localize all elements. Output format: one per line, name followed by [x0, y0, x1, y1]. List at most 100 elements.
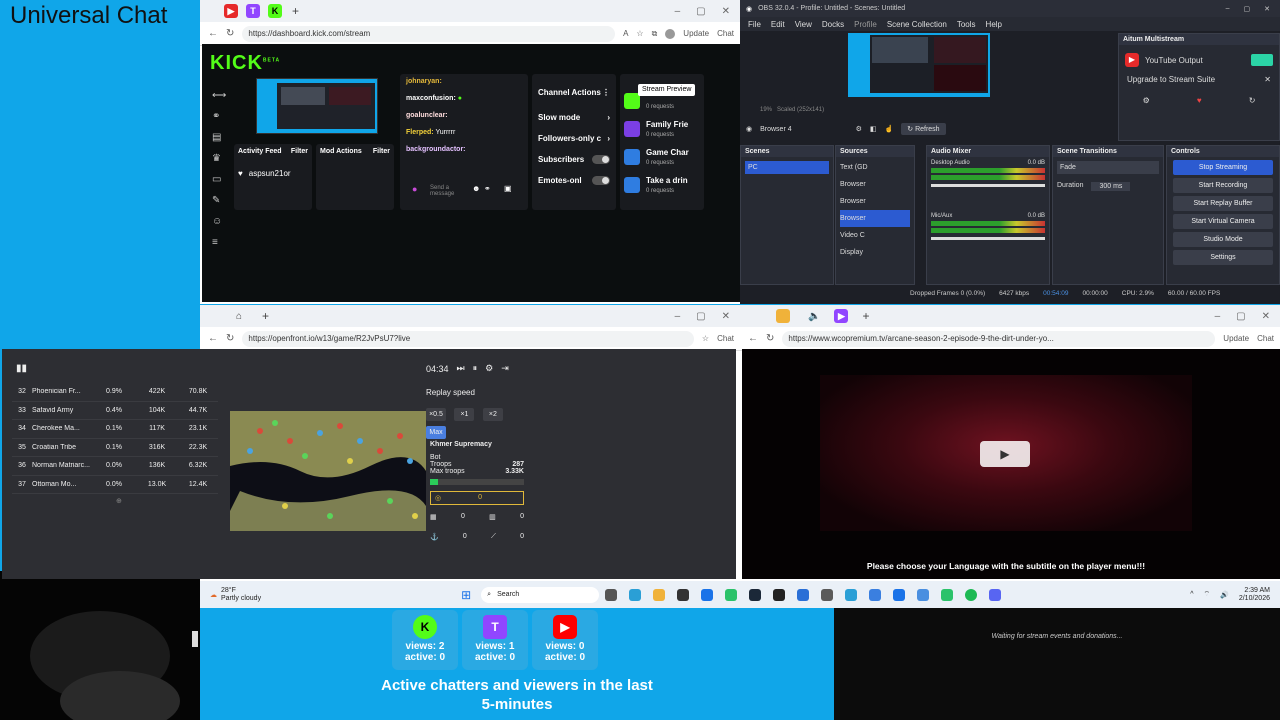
monitor-icon[interactable]: ▭: [212, 174, 226, 185]
quick-action[interactable]: Take a drin 0 requests: [624, 176, 700, 194]
folder-tab-icon[interactable]: [776, 309, 790, 323]
maximize-icon[interactable]: ▢: [1244, 5, 1251, 13]
app-icon[interactable]: [869, 588, 882, 601]
leaderboard-row[interactable]: 34 Cherokee Ma... 0.1% 117K 23.1K: [12, 420, 218, 439]
favorite-icon[interactable]: ☆: [702, 334, 709, 343]
video-player[interactable]: ▶ Please choose your Language with the s…: [742, 349, 1280, 579]
start-virtual-camera-button[interactable]: Start Virtual Camera: [1173, 214, 1273, 229]
new-tab-icon[interactable]: +: [262, 309, 269, 323]
speed-max-button[interactable]: Max: [426, 426, 446, 439]
studio-mode-button[interactable]: Studio Mode: [1173, 232, 1273, 247]
copilot-chat-button[interactable]: Chat: [717, 334, 734, 343]
read-aloud-icon[interactable]: A: [623, 29, 628, 38]
new-tab-icon[interactable]: +: [862, 309, 869, 323]
slow-mode-row[interactable]: Slow mode ›: [538, 113, 610, 122]
leaderboard-row[interactable]: 36 Norman Matriarc... 0.0% 136K 6.32K: [12, 457, 218, 476]
tab-actions-icon[interactable]: ⌂: [236, 311, 242, 322]
twitch-tab-icon[interactable]: T: [246, 4, 260, 18]
kick-tab-icon[interactable]: K: [268, 4, 282, 18]
search-box[interactable]: ⌕ Search: [481, 586, 600, 603]
leaderboard-scroll-handle[interactable]: ⊕: [116, 497, 122, 505]
leaderboard-row[interactable]: 33 Safavid Army 0.4% 104K 44.7K: [12, 402, 218, 420]
game-map[interactable]: [230, 411, 426, 531]
trophy-icon[interactable]: ♛: [212, 153, 226, 164]
speed-2-button[interactable]: ×2: [482, 408, 503, 421]
menu-docks[interactable]: Docks: [822, 20, 844, 29]
app-icon[interactable]: [893, 588, 906, 601]
minimize-icon[interactable]: –: [675, 311, 681, 322]
desktop-volume-slider[interactable]: [931, 184, 1045, 187]
source-item[interactable]: Browser: [840, 193, 910, 210]
source-item[interactable]: Browser: [840, 176, 910, 193]
menu-profile[interactable]: Profile: [854, 20, 877, 29]
settings-icon[interactable]: ⚙: [485, 363, 493, 374]
activity-filter-button[interactable]: Filter: [291, 148, 308, 155]
favorite-icon[interactable]: ☆: [636, 29, 643, 38]
terminal-icon[interactable]: [773, 588, 786, 601]
emotes-toggle[interactable]: [592, 176, 610, 185]
speed-0.5-button[interactable]: ×0.5: [426, 408, 446, 421]
minimize-icon[interactable]: –: [1215, 311, 1221, 322]
menu-tools[interactable]: Tools: [957, 20, 976, 29]
start-icon[interactable]: ⊞: [461, 588, 471, 602]
clock-time[interactable]: 2:39 AM: [1244, 587, 1270, 594]
interact-icon[interactable]: ☝: [885, 125, 894, 133]
settings-button[interactable]: Settings: [1173, 250, 1273, 265]
start-replay-buffer-button[interactable]: Start Replay Buffer: [1173, 196, 1273, 211]
tools-icon[interactable]: ✎: [212, 195, 226, 206]
stop-streaming-button[interactable]: Stop Streaming: [1173, 160, 1273, 175]
url-field[interactable]: https://dashboard.kick.com/stream: [242, 25, 616, 42]
tray-chevron-icon[interactable]: ^: [1190, 591, 1193, 598]
kick-app-icon[interactable]: [941, 588, 954, 601]
back-icon[interactable]: ←: [208, 333, 218, 344]
play-button[interactable]: ▶: [980, 441, 1030, 467]
edge-icon[interactable]: [701, 588, 714, 601]
mic-icon[interactable]: ●: [412, 184, 417, 194]
menu-edit[interactable]: Edit: [771, 20, 785, 29]
back-icon[interactable]: ←: [208, 28, 218, 39]
users-icon[interactable]: ☺: [212, 216, 226, 227]
app-icon[interactable]: [917, 588, 930, 601]
task-view-icon[interactable]: [605, 588, 618, 601]
minimize-icon[interactable]: –: [1226, 5, 1230, 13]
extensions-icon[interactable]: ⧉: [652, 29, 658, 39]
mic-volume-slider[interactable]: [931, 237, 1045, 240]
gift-icon[interactable]: ▣: [504, 184, 512, 193]
url-field[interactable]: https://www.wcopremium.tv/arcane-season-…: [782, 330, 1216, 347]
subscribers-toggle[interactable]: [592, 155, 610, 164]
menu-scene-collection[interactable]: Scene Collection: [887, 20, 947, 29]
source-item[interactable]: Video C: [840, 227, 910, 244]
close-icon[interactable]: ✕: [1262, 311, 1270, 322]
menu-help[interactable]: Help: [986, 20, 1002, 29]
close-icon[interactable]: ✕: [1264, 5, 1270, 13]
close-icon[interactable]: ✕: [722, 6, 730, 17]
network-icon[interactable]: ⌔: [1204, 590, 1211, 599]
discord-icon[interactable]: [989, 588, 1002, 601]
emotes-only-row[interactable]: Emotes-onl: [538, 176, 610, 185]
menu-file[interactable]: File: [748, 20, 761, 29]
more-icon[interactable]: ⋮: [602, 88, 610, 97]
upgrade-stream-suite-link[interactable]: Upgrade to Stream Suite: [1127, 75, 1215, 84]
mod-filter-button[interactable]: Filter: [373, 148, 390, 155]
source-item[interactable]: Display: [840, 244, 910, 261]
store-icon[interactable]: [845, 588, 858, 601]
emote-icon[interactable]: ☻: [472, 184, 480, 193]
url-field[interactable]: https://openfront.io/w13/game/R2JvPsU7?l…: [242, 330, 694, 347]
aitum-heart-icon[interactable]: ♥: [1197, 96, 1202, 105]
copilot-icon[interactable]: [629, 588, 642, 601]
new-tab-icon[interactable]: +: [292, 4, 299, 18]
close-aitum-icon[interactable]: ✕: [1264, 75, 1271, 84]
youtube-output-toggle[interactable]: [1251, 54, 1273, 66]
transition-select[interactable]: Fade: [1057, 161, 1159, 174]
obs-preview[interactable]: [848, 33, 990, 97]
back-icon[interactable]: ←: [748, 333, 758, 344]
reload-icon[interactable]: ↻: [766, 333, 774, 344]
filters-icon[interactable]: ◧: [870, 125, 877, 133]
expand-icon[interactable]: ⟷: [212, 90, 226, 101]
link-chat-icon[interactable]: ⚭: [484, 184, 491, 193]
feed-username[interactable]: aspsun21or: [249, 169, 291, 178]
reload-icon[interactable]: ↻: [226, 333, 234, 344]
update-button[interactable]: Update: [1223, 334, 1249, 343]
fast-forward-icon[interactable]: ⏭: [457, 363, 465, 374]
play-tab-icon[interactable]: ▶: [834, 309, 849, 323]
